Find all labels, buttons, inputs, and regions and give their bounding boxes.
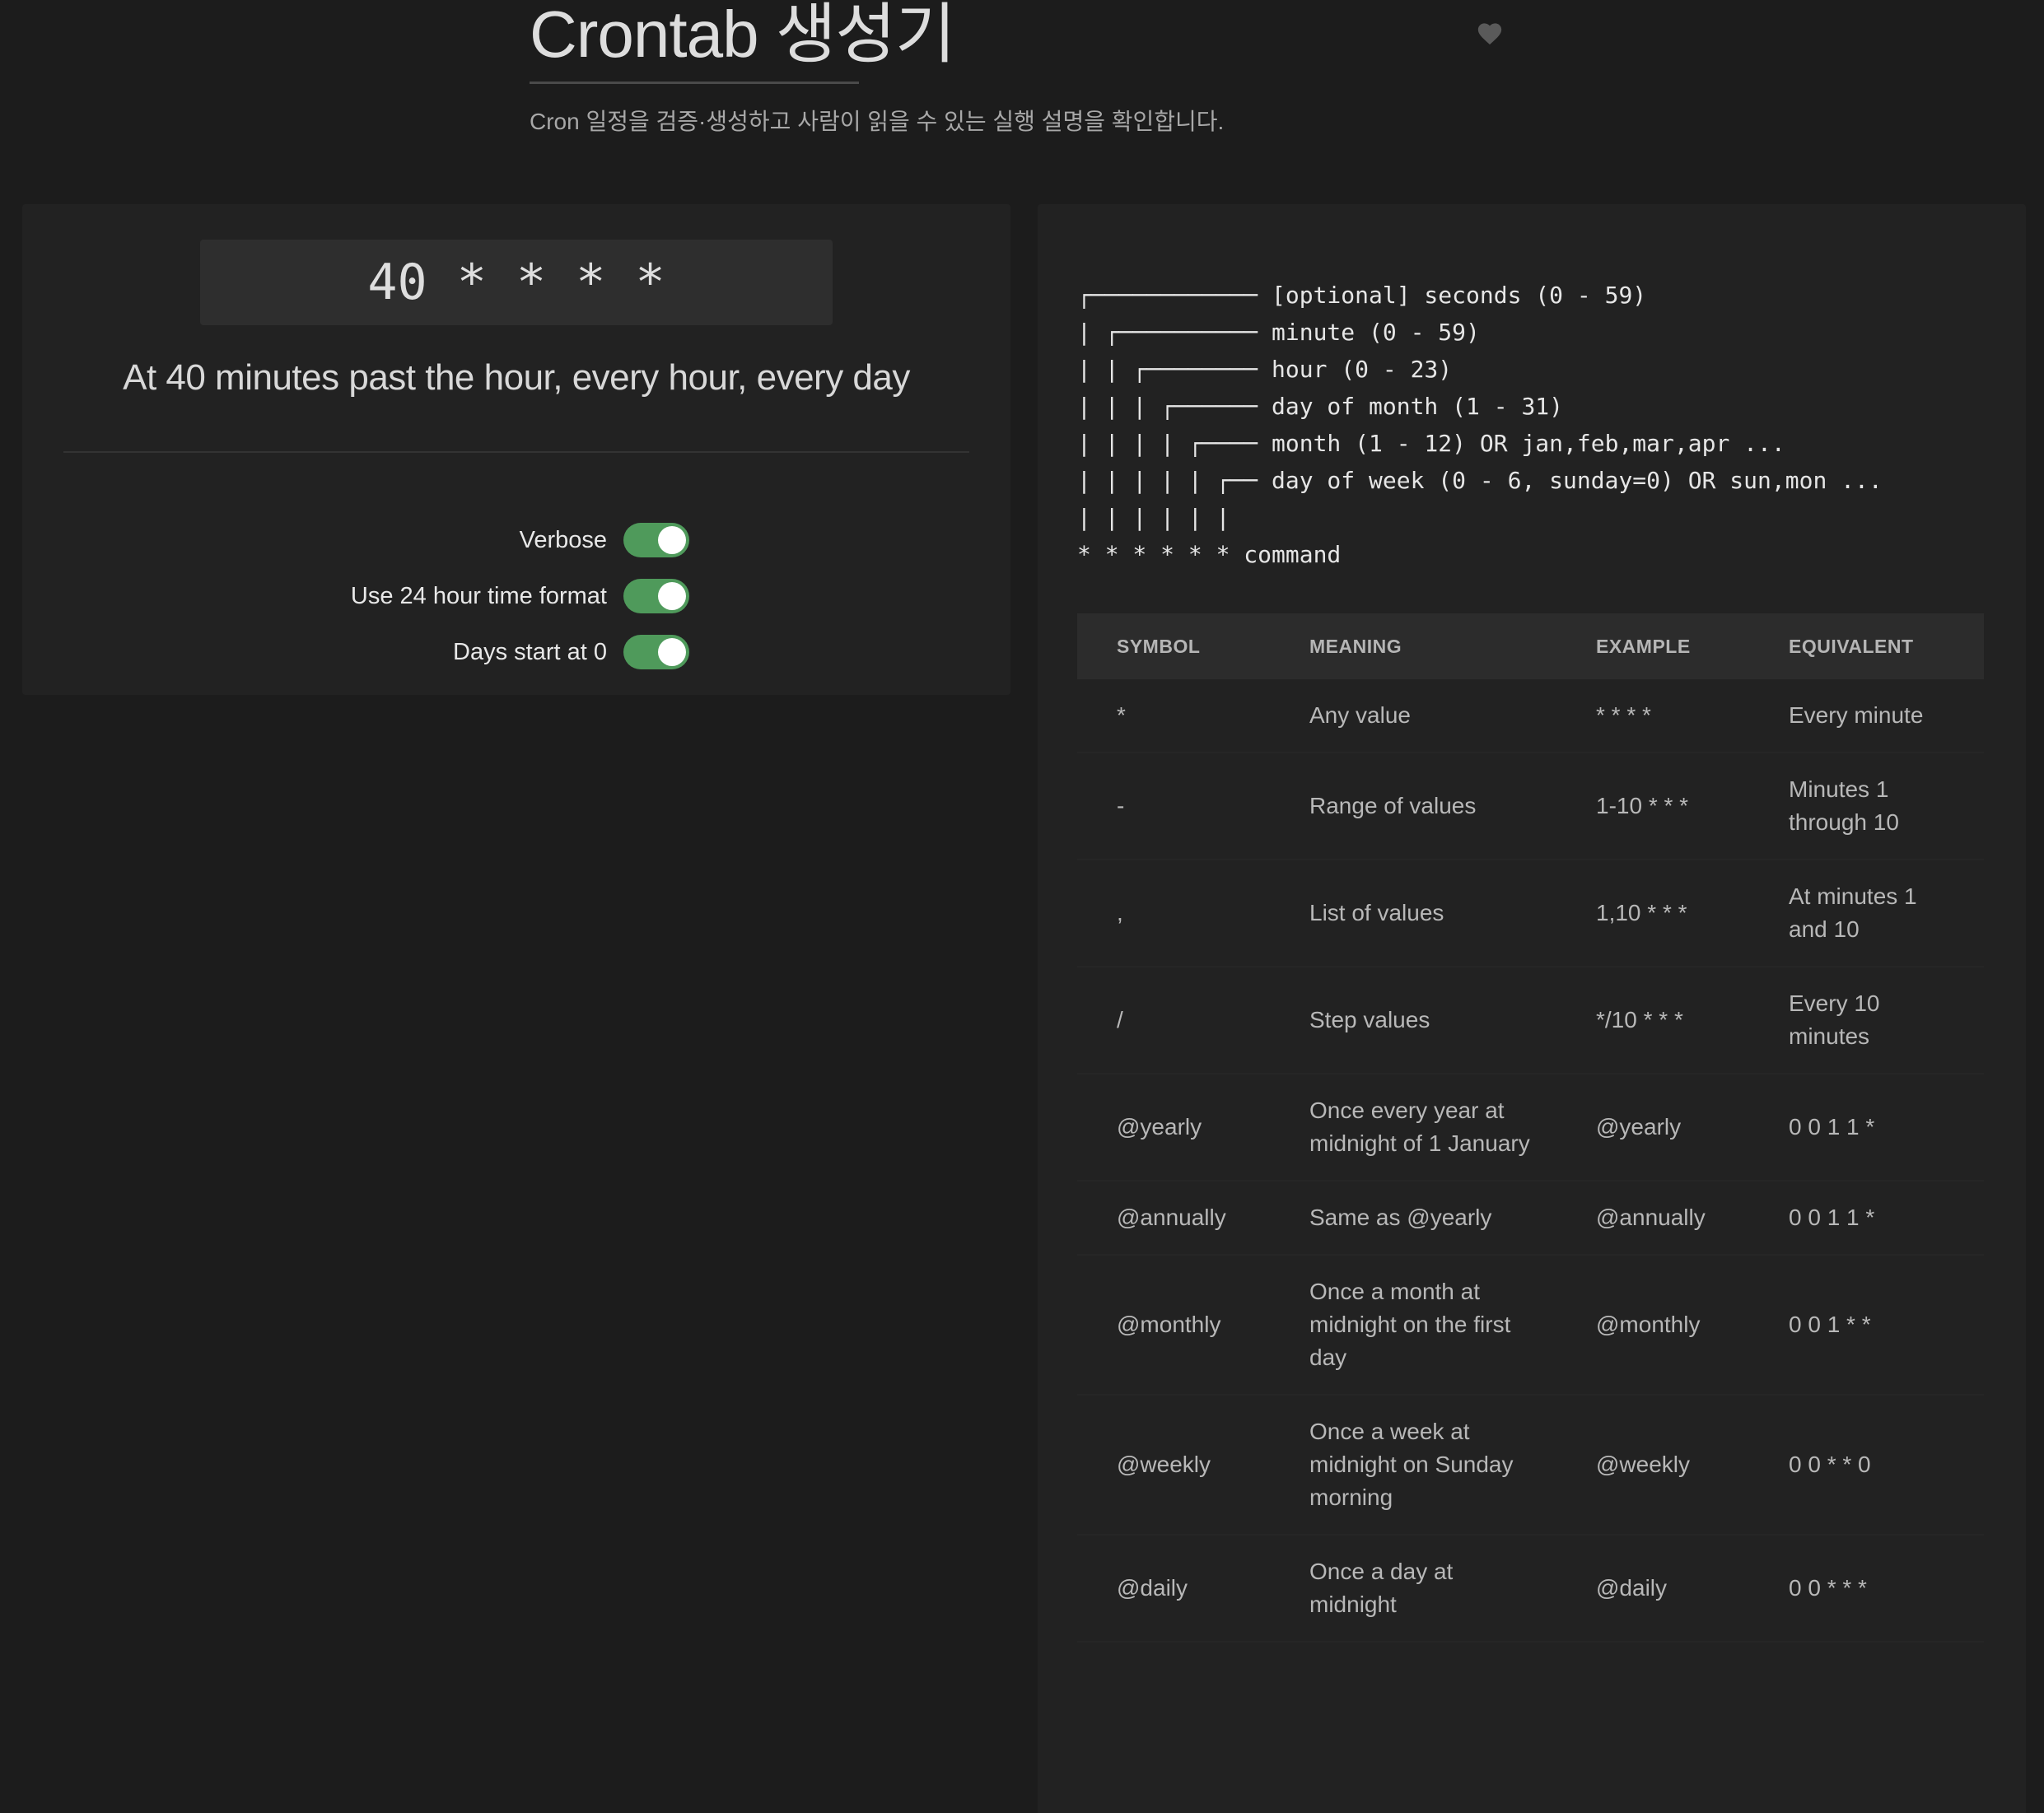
- table-row: * Any value * * * * Every minute: [1077, 679, 1984, 753]
- toggle-knob: [658, 638, 686, 666]
- cron-expression-input[interactable]: [200, 240, 833, 325]
- diagram-line: ┌──────────── [optional] seconds (0 - 59…: [1077, 282, 1647, 309]
- table-row: / Step values */10 * * * Every 10 minute…: [1077, 967, 1984, 1074]
- page: Crontab 생성기 Cron 일정을 검증·생성하고 사람이 읽을 수 있는…: [0, 0, 2044, 1813]
- table-row: @annually Same as @yearly @annually 0 0 …: [1077, 1181, 1984, 1256]
- cell-symbol: @daily: [1077, 1535, 1270, 1643]
- cell-equivalent: 0 0 * * *: [1749, 1535, 1984, 1643]
- divider: [63, 451, 969, 453]
- column-header-meaning: MEANING: [1270, 613, 1556, 679]
- cell-equivalent: Minutes 1 through 10: [1749, 753, 1984, 860]
- option-label: Days start at 0: [453, 639, 607, 665]
- table-row: , List of values 1,10 * * * At minutes 1…: [1077, 860, 1984, 967]
- cell-symbol: @weekly: [1077, 1395, 1270, 1536]
- cron-description: At 40 minutes past the hour, every hour,…: [123, 357, 910, 398]
- cell-example: */10 * * *: [1556, 967, 1749, 1074]
- page-subtitle: Cron 일정을 검증·생성하고 사람이 읽을 수 있는 실행 설명을 확인합니…: [530, 109, 1225, 134]
- table-body: * Any value * * * * Every minute - Range…: [1077, 679, 1984, 1643]
- cell-symbol: @monthly: [1077, 1255, 1270, 1396]
- option-label: Use 24 hour time format: [350, 583, 607, 609]
- cron-reference-card: ┌──────────── [optional] seconds (0 - 59…: [1038, 204, 2026, 1813]
- option-24-hour: Use 24 hour time format: [22, 576, 689, 617]
- cell-example: 1-10 * * *: [1556, 753, 1749, 860]
- option-days-start-at-0: Days start at 0: [22, 632, 689, 673]
- table-row: @yearly Once every year at midnight of 1…: [1077, 1074, 1984, 1181]
- diagram-line: | | | | | |: [1077, 504, 1230, 531]
- cell-equivalent: At minutes 1 and 10: [1749, 860, 1984, 967]
- cell-example: @yearly: [1556, 1074, 1749, 1181]
- cell-meaning: Any value: [1270, 679, 1556, 753]
- diagram-line: | | | | | ┌── day of week (0 - 6, sunday…: [1077, 467, 1883, 494]
- days-start-at-0-toggle[interactable]: [623, 635, 689, 669]
- cell-meaning: Same as @yearly: [1270, 1181, 1556, 1256]
- cell-example: @weekly: [1556, 1395, 1749, 1536]
- cell-symbol: /: [1077, 967, 1270, 1074]
- symbol-reference-table: SYMBOL MEANING EXAMPLE EQUIVALENT * Any …: [1077, 613, 1984, 1643]
- table-header-row: SYMBOL MEANING EXAMPLE EQUIVALENT: [1077, 613, 1984, 679]
- column-header-equivalent: EQUIVALENT: [1749, 613, 1984, 679]
- cell-meaning: Once a week at midnight on Sunday mornin…: [1270, 1395, 1556, 1536]
- diagram-line: | ┌────────── minute (0 - 59): [1077, 319, 1480, 346]
- 24-hour-format-toggle[interactable]: [623, 579, 689, 613]
- cell-equivalent: 0 0 1 1 *: [1749, 1074, 1984, 1181]
- cell-equivalent: 0 0 1 1 *: [1749, 1181, 1984, 1256]
- cell-meaning: Once a month at midnight on the first da…: [1270, 1255, 1556, 1396]
- cell-example: * * * *: [1556, 679, 1749, 753]
- cell-example: @monthly: [1556, 1255, 1749, 1396]
- cell-symbol: ,: [1077, 860, 1270, 967]
- diagram-line: | | | ┌────── day of month (1 - 31): [1077, 393, 1564, 420]
- title-underline: [530, 82, 859, 84]
- table-row: @weekly Once a week at midnight on Sunda…: [1077, 1395, 1984, 1536]
- heart-icon[interactable]: [1476, 20, 1504, 46]
- diagram-line: | | | | ┌──── month (1 - 12) OR jan,feb,…: [1077, 430, 1785, 457]
- cell-equivalent: 0 0 * * 0: [1749, 1395, 1984, 1536]
- cell-equivalent: Every 10 minutes: [1749, 967, 1984, 1074]
- option-label: Verbose: [519, 527, 607, 553]
- cell-meaning: Range of values: [1270, 753, 1556, 860]
- cell-equivalent: Every minute: [1749, 679, 1984, 753]
- table-row: @monthly Once a month at midnight on the…: [1077, 1255, 1984, 1396]
- diagram-line: | | ┌──────── hour (0 - 23): [1077, 356, 1453, 383]
- cell-meaning: Once every year at midnight of 1 January: [1270, 1074, 1556, 1181]
- cell-example: @daily: [1556, 1535, 1749, 1643]
- cell-equivalent: 0 0 1 * *: [1749, 1255, 1984, 1396]
- column-header-symbol: SYMBOL: [1077, 613, 1270, 679]
- table-row: - Range of values 1-10 * * * Minutes 1 t…: [1077, 753, 1984, 860]
- cell-example: @annually: [1556, 1181, 1749, 1256]
- cell-meaning: Once a day at midnight: [1270, 1535, 1556, 1643]
- verbose-toggle[interactable]: [623, 523, 689, 557]
- cell-symbol: *: [1077, 679, 1270, 753]
- table-row: @daily Once a day at midnight @daily 0 0…: [1077, 1535, 1984, 1643]
- cell-meaning: List of values: [1270, 860, 1556, 967]
- page-title: Crontab 생성기: [530, 0, 956, 71]
- diagram-line: * * * * * * command: [1077, 541, 1342, 568]
- cell-symbol: @annually: [1077, 1181, 1270, 1256]
- toggle-knob: [658, 526, 686, 554]
- cell-example: 1,10 * * *: [1556, 860, 1749, 967]
- option-verbose: Verbose: [22, 520, 689, 561]
- cron-field-diagram: ┌──────────── [optional] seconds (0 - 59…: [1077, 277, 1883, 573]
- cell-symbol: @yearly: [1077, 1074, 1270, 1181]
- cron-editor-card: At 40 minutes past the hour, every hour,…: [22, 204, 1010, 695]
- cell-symbol: -: [1077, 753, 1270, 860]
- table-header: SYMBOL MEANING EXAMPLE EQUIVALENT: [1077, 613, 1984, 679]
- cell-meaning: Step values: [1270, 967, 1556, 1074]
- toggle-knob: [658, 582, 686, 610]
- column-header-example: EXAMPLE: [1556, 613, 1749, 679]
